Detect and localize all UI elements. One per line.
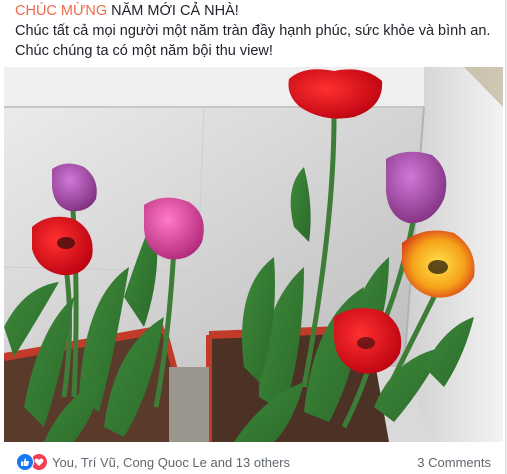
post-footer: You, Trí Vũ, Cong Quoc Le and 13 others … — [0, 442, 505, 474]
greeting-rest: NĂM MỚI CẢ NHÀ! — [107, 3, 239, 19]
reactors-link[interactable]: You, Trí Vũ, Cong Quoc Le and 13 others — [52, 455, 290, 470]
post-line-2: Chúc tất cả mọi người một năm tràn đầy h… — [15, 23, 491, 39]
tulip-photo-illustration — [4, 67, 503, 442]
post-message: CHÚC MỪNG NĂM MỚI CẢ NHÀ! Chúc tất cả mọ… — [15, 1, 500, 61]
reaction-icons[interactable] — [16, 453, 48, 471]
like-icon — [16, 453, 34, 471]
facebook-post: CHÚC MỪNG NĂM MỚI CẢ NHÀ! Chúc tất cả mọ… — [0, 0, 506, 474]
highlighted-greeting: CHÚC MỪNG — [15, 3, 108, 19]
post-line-1: CHÚC MỪNG NĂM MỚI CẢ NHÀ! — [15, 1, 500, 21]
comments-count-link[interactable]: 3 Comments — [417, 455, 491, 470]
post-line-3: Chúc chúng ta có một năm bội thu view! — [15, 43, 273, 59]
post-photo[interactable] — [4, 67, 503, 442]
